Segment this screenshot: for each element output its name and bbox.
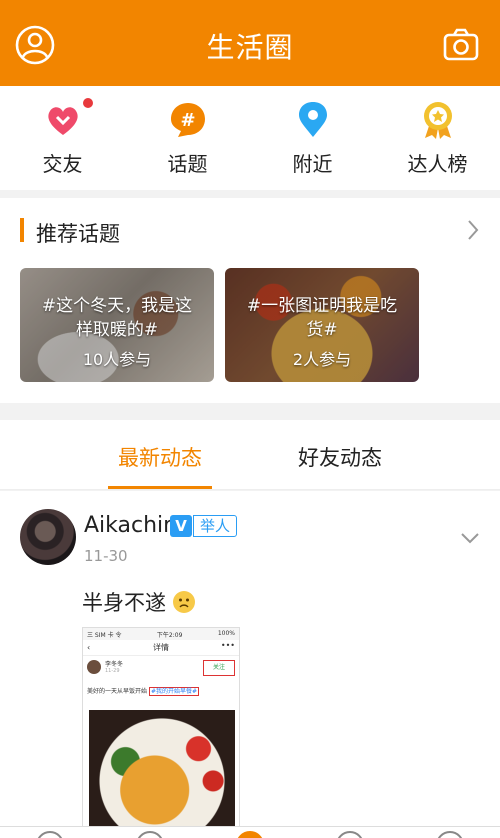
hashtag-icon: # bbox=[170, 103, 205, 137]
food-photo bbox=[89, 710, 235, 837]
image-status-center: 下午2:09 bbox=[156, 632, 183, 639]
image-post-text: 美好的一天从早饭开始 bbox=[87, 688, 148, 695]
chevron-right-icon[interactable] bbox=[466, 218, 480, 242]
image-user-date: 11-29 bbox=[105, 668, 120, 674]
feed-post: Aikachin V 举人 11-30 半身不遂 三 SIM 卡 令 下午2:0… bbox=[0, 491, 500, 838]
post-image[interactable]: 三 SIM 卡 令 下午2:09 100% ‹ 详情 ••• 李冬冬 11-29… bbox=[82, 627, 240, 838]
image-status-left: 三 SIM 卡 令 bbox=[87, 632, 122, 639]
topic-card-title: #这个冬天，我是这样取暖的# bbox=[41, 296, 193, 340]
section-header[interactable]: 推荐话题 bbox=[0, 216, 500, 246]
section-title: 推荐话题 bbox=[36, 222, 120, 246]
feed-tabs: 最新动态 好友动态 bbox=[0, 420, 500, 490]
app-screen: 生活圈 交友 # 话题 附近 达人榜 推荐话题 #这个冬天，我是这样取暖的# 1… bbox=[0, 0, 500, 838]
svg-text:#: # bbox=[180, 110, 195, 131]
active-tab-indicator bbox=[108, 486, 212, 489]
image-avatar bbox=[87, 660, 101, 674]
heart-icon bbox=[47, 107, 78, 135]
image-follow-button: 关注 bbox=[203, 660, 235, 676]
top-header: 生活圈 bbox=[0, 0, 500, 86]
quick-nav-label: 附近 bbox=[292, 152, 333, 176]
location-pin-icon bbox=[298, 102, 327, 137]
more-icon: ••• bbox=[220, 641, 235, 650]
post-username[interactable]: Aikachin bbox=[84, 513, 177, 538]
quick-nav: 交友 # 话题 附近 达人榜 bbox=[0, 86, 500, 190]
message-tab-icon[interactable] bbox=[336, 831, 364, 838]
post-date: 11-30 bbox=[84, 547, 128, 565]
recommended-topics: 推荐话题 #这个冬天，我是这样取暖的# 10人参与 #一张图证明我是吃货# 2人… bbox=[0, 198, 500, 403]
image-status-bar: 三 SIM 卡 令 下午2:09 100% bbox=[83, 628, 239, 640]
camera-icon bbox=[443, 28, 479, 61]
section-accent-bar bbox=[20, 218, 24, 242]
quick-nav-topics[interactable]: # 话题 bbox=[125, 86, 250, 190]
quick-nav-label: 交友 bbox=[42, 152, 83, 176]
medal-icon bbox=[423, 102, 452, 139]
quick-nav-dating[interactable]: 交友 bbox=[0, 86, 125, 190]
image-post-line: 美好的一天从早饭开始 #我的开始早餐# bbox=[83, 682, 239, 698]
topic-card-count: 10人参与 bbox=[82, 350, 152, 369]
avatar[interactable] bbox=[20, 509, 76, 565]
topic-card[interactable]: #一张图证明我是吃货# 2人参与 bbox=[225, 268, 419, 382]
discover-tab-icon[interactable] bbox=[136, 831, 164, 838]
image-nav-bar: ‹ 详情 ••• bbox=[83, 640, 239, 656]
rank-badge: 举人 bbox=[193, 515, 238, 537]
notification-dot bbox=[83, 98, 93, 108]
sad-face-icon bbox=[172, 591, 195, 613]
verified-badge: V bbox=[170, 515, 192, 537]
quick-nav-label: 话题 bbox=[167, 152, 208, 176]
life-circle-tab-icon[interactable] bbox=[236, 831, 264, 838]
page-title: 生活圈 bbox=[206, 31, 294, 64]
quick-nav-label: 达人榜 bbox=[407, 152, 468, 176]
quick-nav-nearby[interactable]: 附近 bbox=[250, 86, 375, 190]
tab-friends[interactable]: 好友动态 bbox=[298, 442, 382, 472]
image-post-tag: #我的开始早餐# bbox=[148, 687, 199, 696]
image-nav-title: 详情 bbox=[153, 643, 169, 652]
tab-latest[interactable]: 最新动态 bbox=[118, 442, 202, 472]
bottom-tab-bar bbox=[0, 826, 500, 838]
post-text-content: 半身不遂 bbox=[82, 591, 166, 615]
topic-card-count: 2人参与 bbox=[292, 350, 352, 369]
topic-card[interactable]: #这个冬天，我是这样取暖的# 10人参与 bbox=[20, 268, 214, 382]
image-user-row: 李冬冬 11-29 关注 bbox=[83, 656, 239, 682]
post-text: 半身不遂 bbox=[82, 587, 195, 617]
topic-card-title: #一张图证明我是吃货# bbox=[246, 296, 398, 340]
back-icon: ‹ bbox=[87, 643, 91, 652]
home-tab-icon[interactable] bbox=[36, 831, 64, 838]
image-user-name: 李冬冬 bbox=[105, 661, 124, 668]
topic-cards: #这个冬天，我是这样取暖的# 10人参与 #一张图证明我是吃货# 2人参与 bbox=[20, 268, 419, 382]
quick-nav-leaderboard[interactable]: 达人榜 bbox=[375, 86, 500, 190]
me-tab-icon[interactable] bbox=[436, 831, 464, 838]
camera-button[interactable] bbox=[440, 24, 482, 66]
chevron-down-icon[interactable] bbox=[460, 531, 480, 545]
